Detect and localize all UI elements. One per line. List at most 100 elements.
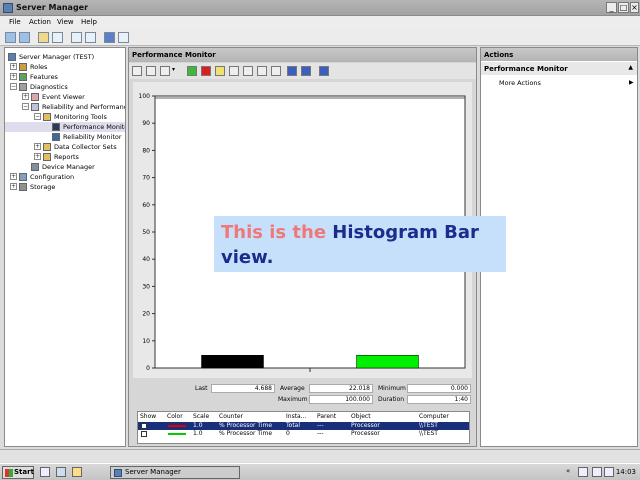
histogram-bar[interactable] xyxy=(356,354,419,369)
server-manager-icon xyxy=(3,3,13,13)
submenu-arrow-icon[interactable]: ▶ xyxy=(629,79,634,86)
expand-icon[interactable]: + xyxy=(10,173,17,180)
copy-properties-icon[interactable] xyxy=(229,66,239,76)
highlight-icon[interactable] xyxy=(215,66,225,76)
y-tick-label: 80 xyxy=(142,147,150,154)
last-value: 4.688 xyxy=(211,384,275,393)
legend-parent: --- xyxy=(317,422,324,429)
legend-header-instance[interactable]: Insta... xyxy=(286,413,306,420)
title-bar: Server Manager _ □ × xyxy=(0,0,640,16)
properties-icon[interactable] xyxy=(257,66,267,76)
histogram-bar[interactable] xyxy=(201,354,264,369)
legend-row[interactable]: 1.0 % Processor Time 0 --- Processor \\T… xyxy=(138,430,469,438)
window-title: Server Manager xyxy=(16,3,89,12)
freeze-display-icon[interactable] xyxy=(287,66,297,76)
tree-item-label: Server Manager (TEST) xyxy=(19,53,95,61)
start-button[interactable]: Start xyxy=(2,466,34,479)
legend-header-show[interactable]: Show xyxy=(140,413,156,420)
tree-item-label: Features xyxy=(30,73,58,81)
legend-row[interactable]: 1.0 % Processor Time Total --- Processor… xyxy=(138,422,469,430)
taskbar-button-label: Server Manager xyxy=(125,468,181,476)
help-icon[interactable] xyxy=(104,32,115,43)
reliability-and-performance-icon xyxy=(31,103,39,111)
y-tick-label: 60 xyxy=(142,202,150,209)
tree-item-storage[interactable]: + Storage xyxy=(5,182,125,192)
tree-item-features[interactable]: + Features xyxy=(5,72,125,82)
tree-item-reliability-and-performance[interactable]: − Reliability and Performance xyxy=(5,102,125,112)
chevron-left-icon[interactable]: « xyxy=(566,467,574,477)
tree-item-reliability-monitor[interactable]: Reliability Monitor xyxy=(5,132,125,142)
change-graph-type-icon[interactable] xyxy=(160,66,170,76)
server-manager-icon xyxy=(114,469,122,477)
legend-header-counter[interactable]: Counter xyxy=(219,413,243,420)
menu-help[interactable]: Help xyxy=(81,18,97,26)
view-log-data-icon[interactable] xyxy=(146,66,156,76)
main-toolbar xyxy=(0,29,640,46)
paste-counter-list-icon[interactable] xyxy=(243,66,253,76)
legend-header-parent[interactable]: Parent xyxy=(317,413,336,420)
expand-icon[interactable]: + xyxy=(34,153,41,160)
more-actions-link[interactable]: More Actions xyxy=(499,79,541,87)
tree-item-roles[interactable]: + Roles xyxy=(5,62,125,72)
collapse-icon[interactable]: − xyxy=(34,113,41,120)
expand-icon[interactable]: + xyxy=(10,183,17,190)
help-icon[interactable] xyxy=(319,66,329,76)
forward-icon[interactable] xyxy=(19,32,30,43)
tree-item-diagnostics[interactable]: − Diagnostics xyxy=(5,82,125,92)
delete-counter-icon[interactable] xyxy=(201,66,211,76)
y-tick-label: 0 xyxy=(146,365,150,372)
show-checkbox[interactable] xyxy=(141,423,147,429)
action-pane-icon[interactable] xyxy=(118,32,129,43)
tree-item-device-manager[interactable]: Device Manager xyxy=(5,162,125,172)
up-folder-icon[interactable] xyxy=(38,32,49,43)
collapse-icon[interactable]: − xyxy=(22,103,29,110)
tree-item-event-viewer[interactable]: + Event Viewer xyxy=(5,92,125,102)
zoom-icon[interactable] xyxy=(271,66,281,76)
legend-header-object[interactable]: Object xyxy=(351,413,371,420)
legend-header-color[interactable]: Color xyxy=(167,413,183,420)
annotation-callout: This is the Histogram Bar view. xyxy=(214,216,506,272)
chevron-down-icon[interactable]: ▾ xyxy=(172,66,182,76)
tree-item-monitoring-tools[interactable]: − Monitoring Tools xyxy=(5,112,125,122)
tree-item-data-collector-sets[interactable]: + Data Collector Sets xyxy=(5,142,125,152)
expand-icon[interactable]: + xyxy=(10,63,17,70)
expand-icon[interactable]: + xyxy=(10,73,17,80)
legend-header-computer[interactable]: Computer xyxy=(419,413,449,420)
update-data-icon[interactable] xyxy=(301,66,311,76)
server-manager-quicklaunch-icon[interactable] xyxy=(40,467,50,477)
tree-item-server-manager-test[interactable]: Server Manager (TEST) xyxy=(5,52,125,62)
tree-item-configuration[interactable]: + Configuration xyxy=(5,172,125,182)
show-checkbox[interactable] xyxy=(141,431,147,437)
explorer-quicklaunch-icon[interactable] xyxy=(72,467,82,477)
menu-file[interactable]: File xyxy=(9,18,21,26)
more-actions-label: More Actions xyxy=(499,79,541,87)
taskbar-button-server-manager[interactable]: Server Manager xyxy=(110,466,240,479)
actions-section-performance-monitor[interactable]: Performance Monitor ▲ xyxy=(481,62,637,75)
tree-item-label: Roles xyxy=(30,63,48,71)
series-color-swatch xyxy=(168,425,186,427)
expand-icon[interactable]: + xyxy=(22,93,29,100)
tree-item-reports[interactable]: + Reports xyxy=(5,152,125,162)
maximize-button[interactable]: □ xyxy=(618,2,629,13)
properties-icon[interactable] xyxy=(71,32,82,43)
command-prompt-quicklaunch-icon[interactable] xyxy=(56,467,66,477)
close-button[interactable]: × xyxy=(630,2,639,13)
menu-action[interactable]: Action xyxy=(29,18,51,26)
tree-item-performance-monitor[interactable]: Performance Monitor xyxy=(5,122,125,132)
security-tray-icon[interactable] xyxy=(604,467,614,477)
back-icon[interactable] xyxy=(5,32,16,43)
legend-header-scale[interactable]: Scale xyxy=(193,413,209,420)
show-hide-tree-icon[interactable] xyxy=(52,32,63,43)
minimize-button[interactable]: _ xyxy=(606,2,617,13)
view-current-activity-icon[interactable] xyxy=(132,66,142,76)
expand-icon[interactable]: + xyxy=(34,143,41,150)
volume-tray-icon[interactable] xyxy=(592,467,602,477)
collapse-icon[interactable]: − xyxy=(10,83,17,90)
add-counter-icon[interactable] xyxy=(187,66,197,76)
pane-header: Performance Monitor xyxy=(129,48,476,62)
collapse-arrow-icon[interactable]: ▲ xyxy=(628,64,633,71)
export-icon[interactable] xyxy=(85,32,96,43)
annotation-text-pink: This is the xyxy=(221,222,333,243)
menu-view[interactable]: View xyxy=(57,18,74,26)
network-tray-icon[interactable] xyxy=(578,467,588,477)
